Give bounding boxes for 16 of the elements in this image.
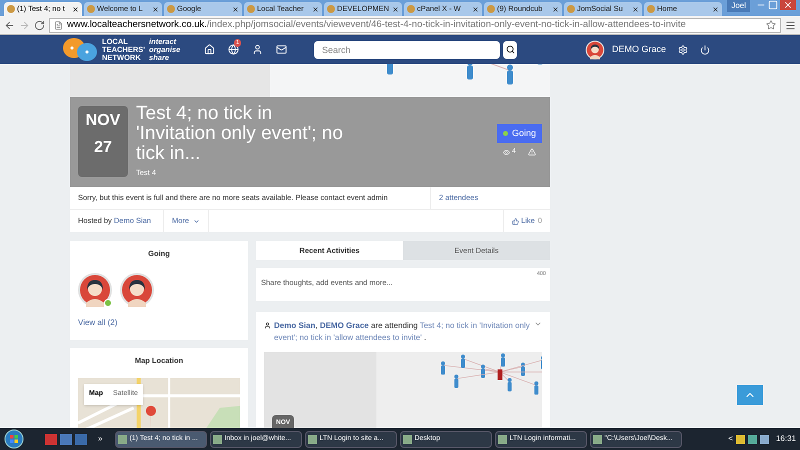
- url-text: www.localteachersnetwork.co.uk./index.php/jomsocial/events/viewevent/46-test-4-no-tick-in-invitation-only-event-no-tick-in-allow-attendees-to-invite: [67, 18, 686, 32]
- user-name[interactable]: DEMO Grace: [612, 42, 666, 56]
- clock: 16:31: [776, 433, 796, 445]
- actor-link[interactable]: DEMO Grace: [320, 321, 369, 330]
- profile-name: Joel: [727, 0, 750, 12]
- activity-text: Demo Sian, DEMO Grace are attending Test 4; no tick in 'Invitation only event'; no tick in 'allow attendees to invite' .: [274, 320, 531, 344]
- event-day: 27: [94, 136, 112, 160]
- search-field[interactable]: Search: [314, 40, 500, 58]
- going-button[interactable]: Going: [496, 124, 542, 143]
- more-quick-launch[interactable]: »: [98, 433, 102, 445]
- address-bar[interactable]: www.localteachersnetwork.co.uk./index.php/jomsocial/events/viewevent/46-test-4-no-tick-in-invitation-only-event-no-tick-in-allow-attendees-to-invite: [49, 18, 781, 32]
- event-title: Test 4; no tick in 'Invitation only event'; no tick in...: [136, 104, 344, 164]
- view-all-link[interactable]: View all (2): [78, 317, 240, 330]
- tray-arrow[interactable]: <: [728, 433, 733, 445]
- event-month: NOV: [86, 111, 120, 131]
- actor-link[interactable]: Demo Sian: [274, 321, 316, 330]
